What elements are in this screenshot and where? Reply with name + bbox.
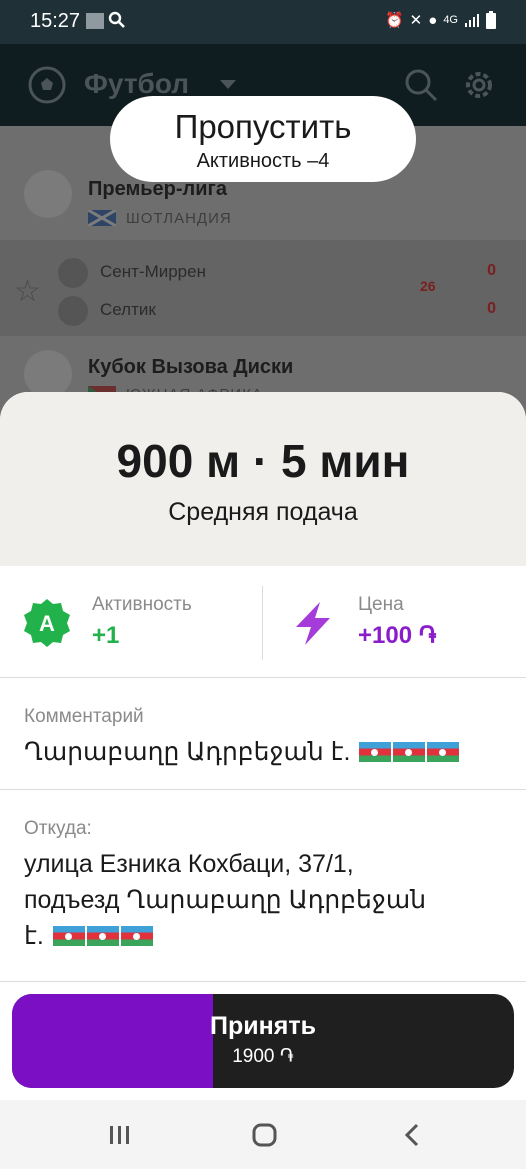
activity-value: +1 — [92, 622, 120, 649]
price-label: Цена — [358, 594, 404, 615]
azerbaijan-flag-icon — [427, 742, 460, 762]
comment-text-row: Ղարաբաղը Ադրբեջան է. — [24, 734, 502, 770]
activity-badge-letter: A — [39, 611, 55, 636]
pickup-address-tail: է. — [24, 918, 502, 954]
accept-timer-fill — [12, 994, 213, 1088]
team-name: Селтик — [100, 300, 156, 319]
azerbaijan-flag-icon — [393, 742, 426, 762]
star-icon[interactable]: ☆ — [14, 274, 41, 309]
accept-button[interactable]: Принять 1900 ֏ — [12, 994, 514, 1088]
pickup-section: Откуда: улица Езника Кохбаци, 37/1, подъ… — [0, 790, 526, 982]
location-icon: ● — [428, 11, 438, 29]
order-stats: A Активность +1 Цена +100 ֏ — [0, 566, 526, 678]
team-name: Сент-Миррен — [100, 262, 206, 281]
pickup-address: улица Езника Кохбаци, 37/1, подъезд Ղարա… — [24, 846, 502, 954]
football-icon[interactable] — [28, 66, 66, 104]
activity-badge-icon: A — [24, 599, 70, 647]
azerbaijan-flag-icon — [120, 926, 153, 946]
system-nav-bar — [0, 1100, 526, 1169]
stats-divider — [262, 586, 263, 660]
team-logo — [58, 258, 88, 288]
order-type: Средняя подача — [168, 498, 358, 526]
gear-icon[interactable] — [462, 68, 496, 102]
chevron-down-icon[interactable] — [220, 80, 236, 89]
activity-label: Активность — [92, 594, 192, 615]
pickup-label: Откуда: — [24, 818, 92, 839]
skip-activity: Активность –4 — [196, 150, 330, 172]
pickup-address-line: подъезд Ղարաբաղը Ադրբեջան — [24, 886, 427, 914]
gallery-notification-icon — [86, 13, 104, 29]
status-time: 15:27 — [30, 10, 81, 32]
accept-label: Принять — [210, 1012, 316, 1040]
away-team: Селтик 0 — [58, 296, 518, 326]
skip-button[interactable]: Пропустить Активность –4 — [110, 96, 416, 182]
search-icon[interactable] — [404, 68, 438, 102]
azerbaijan-flag-icon — [86, 926, 119, 946]
network-label: 4G — [443, 14, 458, 26]
search-notification-icon — [108, 11, 125, 28]
azerbaijan-flag-icon — [359, 742, 392, 762]
back-icon[interactable] — [398, 1120, 428, 1150]
team-logo — [58, 296, 88, 326]
pickup-address-line: улица Езника Кохбаци, 37/1, — [24, 850, 354, 878]
signal-icon — [465, 14, 479, 27]
home-icon[interactable] — [250, 1120, 280, 1150]
team-score: 0 — [487, 300, 496, 317]
pickup-address-line: է. — [24, 922, 44, 950]
status-bar: 15:27 ⏰ ✕ ● 4G — [0, 0, 526, 44]
accept-price: 1900 ֏ — [232, 1046, 294, 1067]
price-stat: Цена +100 ֏ — [288, 566, 508, 678]
order-header: 900 м · 5 мин Средняя подача — [0, 392, 526, 566]
comment-text: Ղարաբաղը Ադրբեջան է. — [24, 738, 351, 766]
league-country: ШОТЛАНДИЯ — [126, 210, 232, 227]
activity-stat: A Активность +1 — [22, 566, 252, 678]
league-name: Кубок Вызова Диски — [88, 356, 294, 378]
order-distance-time: 900 м · 5 мин — [116, 435, 410, 487]
skip-label: Пропустить — [174, 108, 352, 145]
match-minute: 26 — [420, 278, 436, 294]
alarm-icon: ⏰ — [384, 12, 404, 29]
azerbaijan-flag-icon — [52, 926, 85, 946]
league-logo — [24, 350, 72, 398]
comment-section: Комментарий Ղարաբաղը Ադրբեջան է. — [0, 678, 526, 790]
league-logo — [24, 170, 72, 218]
battery-icon — [486, 11, 496, 29]
mute-icon: ✕ — [409, 12, 423, 29]
home-team: Сент-Миррен 0 — [58, 258, 518, 288]
recent-apps-icon[interactable] — [104, 1120, 134, 1150]
lightning-icon — [296, 602, 330, 645]
match-row[interactable]: ☆ Сент-Миррен 0 Селтик 0 26 — [0, 240, 526, 336]
comment-label: Комментарий — [24, 706, 144, 727]
team-score: 0 — [487, 262, 496, 279]
scotland-flag-icon — [88, 210, 116, 226]
price-value: +100 ֏ — [358, 622, 437, 649]
